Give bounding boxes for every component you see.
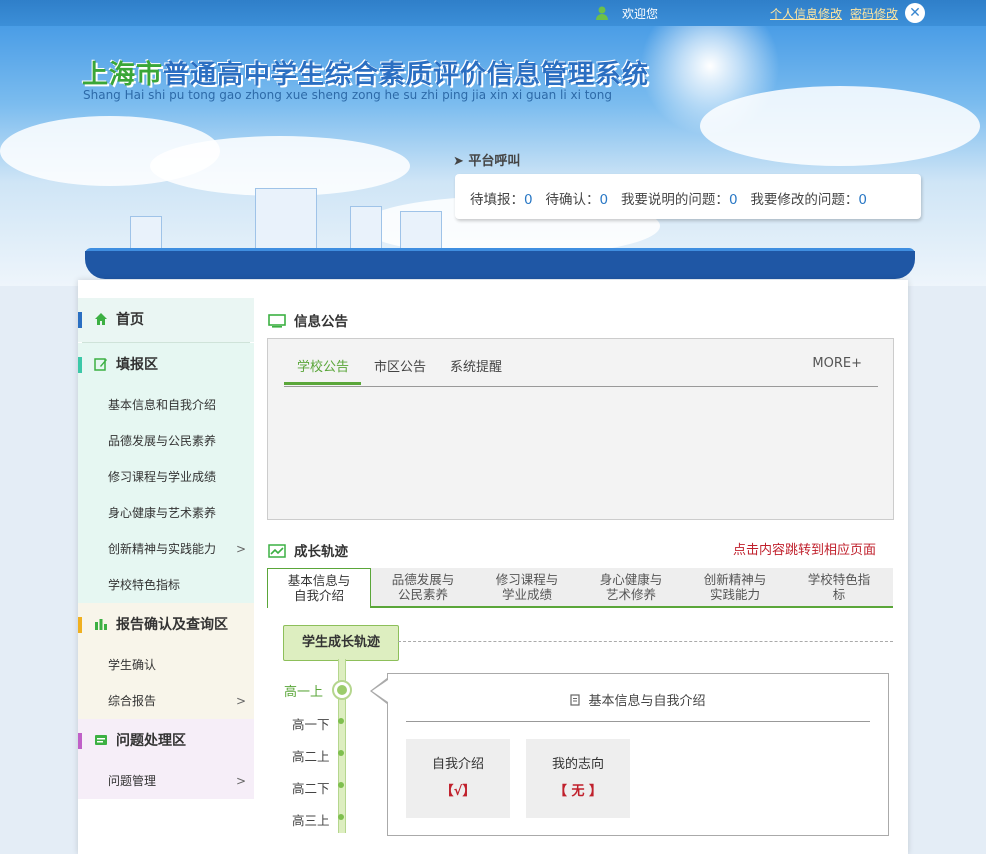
- aspiration-card[interactable]: 我的志向 【 无 】: [526, 739, 630, 818]
- document-icon: [570, 694, 581, 706]
- edit-icon: [94, 358, 107, 371]
- sidebar-home-section: 首页: [78, 298, 254, 342]
- timeline-item-g2-first[interactable]: 高二上: [292, 746, 330, 765]
- building-illustration: [350, 206, 382, 253]
- platform-stats-box: 待填报：0 待确认：0 我要说明的问题：0 我要修改的问题：0: [455, 174, 921, 219]
- tab-school-features[interactable]: 学校特色指标: [787, 568, 891, 606]
- detail-divider: [406, 721, 870, 722]
- section-bar: [78, 733, 82, 749]
- close-icon[interactable]: ✕: [905, 3, 925, 23]
- sidebar-item-basic-info[interactable]: 基本信息和自我介绍: [78, 387, 254, 423]
- top-bar: 欢迎您 个人信息修改 密码修改 ✕: [0, 0, 986, 26]
- section-bar: [78, 357, 82, 373]
- sidebar-item-comprehensive-report[interactable]: 综合报告 >: [78, 683, 254, 719]
- school-building-illustration: [255, 188, 317, 250]
- chart-icon: [268, 544, 286, 558]
- tab-basic-info[interactable]: 基本信息与 自我介绍: [267, 568, 371, 608]
- notice-title: 信息公告: [268, 310, 348, 330]
- sidebar-item-innovation[interactable]: 创新精神与实践能力 >: [78, 531, 254, 567]
- sidebar-item-student-confirm[interactable]: 学生确认: [78, 647, 254, 683]
- detail-title: 基本信息与自我介绍: [388, 690, 888, 709]
- sidebar-item-courses[interactable]: 修习课程与学业成绩: [78, 459, 254, 495]
- timeline-dot: [338, 750, 344, 756]
- sidebar-item-issue-manage[interactable]: 问题管理 >: [78, 763, 254, 799]
- platform-call-label: ➤ 平台呼叫: [453, 154, 521, 169]
- timeline-item-g2-second[interactable]: 高二下: [292, 778, 330, 797]
- tab-school-notice[interactable]: 学校公告: [297, 356, 349, 375]
- detail-panel: 基本信息与自我介绍 自我介绍 【√】 我的志向 【 无 】: [387, 673, 889, 836]
- sidebar-item-school-features[interactable]: 学校特色指标: [78, 567, 254, 603]
- pending-fill-label: 待填报：: [470, 192, 524, 208]
- sidebar-item-health-arts[interactable]: 身心健康与艺术素养: [78, 495, 254, 531]
- timeline-item-g1-second[interactable]: 高一下: [292, 714, 330, 733]
- section-bar: [78, 312, 82, 328]
- tab-innovation[interactable]: 创新精神与 实践能力: [683, 568, 787, 606]
- page-title: 上海市普通高中学生综合素质评价信息管理系统: [82, 60, 650, 90]
- card-label: 我的志向: [551, 757, 604, 772]
- password-edit-link[interactable]: 密码修改: [850, 5, 898, 22]
- home-icon: [95, 313, 107, 325]
- timeline-dot: [338, 782, 344, 788]
- sidebar-report-section: 报告确认及查询区 学生确认 综合报告 >: [78, 603, 254, 719]
- header-banner: 上海市普通高中学生综合素质评价信息管理系统 Shang Hai shi pu t…: [0, 26, 986, 286]
- chevron-right-icon: >: [235, 542, 246, 556]
- more-link[interactable]: MORE+: [812, 356, 862, 371]
- sidebar-fill-section: 填报区 基本信息和自我介绍 品德发展与公民素养 修习课程与学业成绩 身心健康与艺…: [78, 343, 254, 603]
- tab-health-arts[interactable]: 身心健康与 艺术修养: [579, 568, 683, 606]
- timeline-item-g1-first[interactable]: 高一上: [284, 681, 323, 700]
- card-label: 自我介绍: [431, 757, 484, 772]
- jump-hint-link[interactable]: 点击内容跳转到相应页面: [733, 539, 876, 558]
- sidebar-section-report[interactable]: 报告确认及查询区: [78, 603, 254, 647]
- building-illustration: [400, 211, 442, 253]
- self-intro-card[interactable]: 自我介绍 【√】: [406, 739, 510, 818]
- sidebar-item-moral[interactable]: 品德发展与公民素养: [78, 423, 254, 459]
- tab-courses[interactable]: 修习课程与 学业成绩: [475, 568, 579, 606]
- card-value: 【√】: [440, 784, 476, 799]
- card-value: 【 无 】: [553, 784, 603, 799]
- sidebar-item-home[interactable]: 首页: [78, 298, 254, 342]
- cloud-decoration: [700, 86, 980, 166]
- timeline-dot: [338, 814, 344, 820]
- chevron-right-icon: >: [235, 774, 246, 788]
- pending-confirm-count[interactable]: 0: [599, 192, 608, 208]
- sidebar: 首页 填报区 基本信息和自我介绍 品德发展与公民素养 修习课程与学业成绩 身心健…: [78, 298, 254, 854]
- pending-confirm-label: 待确认：: [545, 192, 600, 208]
- modify-label: 我要修改的问题：: [750, 192, 859, 208]
- active-tab-underline: [284, 382, 361, 385]
- monitor-icon: [268, 314, 286, 328]
- tab-system-reminder[interactable]: 系统提醒: [450, 356, 502, 375]
- cloud-decoration: [150, 136, 410, 196]
- growth-title: 成长轨迹: [268, 540, 348, 560]
- timeline-dot: [338, 718, 344, 724]
- growth-track-badge: 学生成长轨迹: [283, 625, 399, 661]
- tab-moral[interactable]: 品德发展与 公民素养: [371, 568, 475, 606]
- modify-count[interactable]: 0: [858, 192, 867, 208]
- timeline-active-marker: [332, 680, 352, 700]
- sidebar-section-fill[interactable]: 填报区: [78, 343, 254, 387]
- ground-decoration: [85, 251, 915, 279]
- explain-count[interactable]: 0: [729, 192, 738, 208]
- welcome-text: 欢迎您: [622, 7, 659, 21]
- page-subtitle: Shang Hai shi pu tong gao zhong xue shen…: [83, 88, 612, 102]
- chevron-right-icon: >: [235, 694, 246, 708]
- sidebar-section-issue[interactable]: 问题处理区: [78, 719, 254, 763]
- pending-fill-count[interactable]: 0: [524, 192, 533, 208]
- section-bar: [78, 617, 82, 633]
- dashed-divider: [398, 641, 893, 642]
- issue-icon: [95, 735, 107, 745]
- tab-district-notice[interactable]: 市区公告: [374, 356, 426, 375]
- sidebar-issue-section: 问题处理区 问题管理 >: [78, 719, 254, 799]
- user-icon: [596, 6, 608, 20]
- detail-pointer-inner: [372, 680, 388, 702]
- timeline-item-g3-first[interactable]: 高三上: [292, 810, 330, 829]
- explain-label: 我要说明的问题：: [620, 192, 729, 208]
- growth-tabs: 基本信息与 自我介绍 品德发展与 公民素养 修习课程与 学业成绩 身心健康与 艺术修养 …: [267, 568, 893, 608]
- report-icon: [95, 619, 107, 630]
- profile-edit-link[interactable]: 个人信息修改: [770, 5, 842, 22]
- notice-tabs: 学校公告 市区公告 系统提醒 MORE+: [284, 348, 878, 387]
